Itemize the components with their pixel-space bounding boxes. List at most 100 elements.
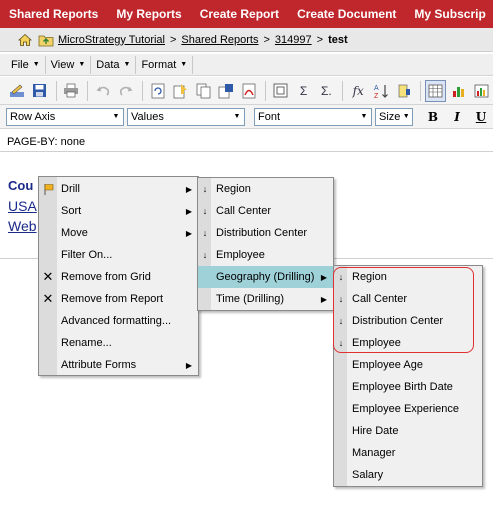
geo-item-employee-age[interactable]: Employee Age	[334, 354, 482, 376]
nav-create-document[interactable]: Create Document	[288, 7, 405, 21]
menu-item-advanced-formatting[interactable]: Advanced formatting...	[39, 310, 198, 332]
menu-item-rename[interactable]: Rename...	[39, 332, 198, 354]
breadcrumb-separator: >	[169, 33, 177, 46]
menu-file-label: File	[11, 58, 29, 71]
menu-format[interactable]: Format ▼	[136, 55, 194, 74]
menu-item-label: Filter On...	[61, 249, 113, 261]
sort-icon[interactable]: AZ	[370, 80, 392, 102]
chevron-down-icon: ▼	[78, 61, 86, 68]
copy-document-icon[interactable]	[193, 80, 215, 102]
toolbar-divider	[87, 80, 89, 101]
chevron-down-icon: ▼	[233, 113, 241, 120]
menu-format-label: Format	[141, 58, 177, 71]
menu-item-label: Advanced formatting...	[61, 315, 172, 327]
nav-create-report[interactable]: Create Report	[191, 7, 288, 21]
design-mode-icon[interactable]	[6, 80, 28, 102]
print-icon[interactable]	[61, 80, 83, 102]
graph-view-icon[interactable]	[447, 80, 469, 102]
refresh-icon[interactable]	[147, 80, 169, 102]
values-select-value: Values	[131, 110, 164, 123]
breadcrumb: MicroStrategy Tutorial > Shared Reports …	[0, 28, 493, 52]
menu-item-sort[interactable]: Sort ▶	[39, 200, 198, 222]
menu-item-label: Rename...	[61, 337, 112, 349]
geo-item-salary[interactable]: Salary	[334, 464, 482, 486]
geo-item-hire-date[interactable]: Hire Date	[334, 420, 482, 442]
format-toolbar: Row Axis ▼ Values ▼ Font ▼ Size ▼ B I U	[0, 105, 493, 129]
undo-icon[interactable]	[92, 80, 114, 102]
menu-item-remove-from-report[interactable]: ✕ Remove from Report	[39, 288, 198, 310]
menu-item-remove-from-grid[interactable]: ✕ Remove from Grid	[39, 266, 198, 288]
save-icon[interactable]	[29, 80, 51, 102]
menu-item-drill[interactable]: Drill ▶	[39, 178, 198, 200]
font-select[interactable]: Font ▼	[254, 107, 372, 126]
menu-item-label: Salary	[352, 469, 384, 481]
pdf-icon[interactable]	[238, 80, 260, 102]
remove-icon: ✕	[42, 269, 54, 284]
geo-item-employee-birth-date[interactable]: Employee Birth Date	[334, 376, 482, 398]
page-by-label: PAGE-BY: none	[7, 136, 86, 148]
axis-select-value: Row Axis	[10, 110, 56, 123]
menu-data-label: Data	[96, 58, 120, 71]
italic-button[interactable]: I	[446, 108, 468, 126]
values-select[interactable]: Values ▼	[127, 107, 245, 126]
submenu-arrow-icon: ▶	[185, 184, 192, 194]
underline-button[interactable]: U	[470, 108, 492, 126]
icon-toolbar: Σ Σ. fx AZ	[0, 77, 493, 105]
drill-item-region[interactable]: ↓ Region	[198, 178, 333, 200]
export-icon[interactable]	[170, 80, 192, 102]
axis-select[interactable]: Row Axis ▼	[6, 107, 124, 126]
nav-my-subscriptions[interactable]: My Subscrip	[405, 7, 493, 21]
drill-item-employee[interactable]: ↓ Employee	[198, 244, 333, 266]
font-size-select[interactable]: Size ▼	[375, 107, 413, 126]
page-view-icon[interactable]	[270, 80, 292, 102]
home-icon[interactable]	[17, 33, 33, 47]
grid-graph-view-icon[interactable]	[470, 80, 492, 102]
menu-item-filter-on[interactable]: Filter On...	[39, 244, 198, 266]
toolbar-divider	[342, 80, 344, 101]
drill-item-distribution-center[interactable]: ↓ Distribution Center	[198, 222, 333, 244]
chevron-down-icon: ▼	[123, 61, 131, 68]
menu-item-label: Attribute Forms	[61, 359, 137, 371]
svg-text:A: A	[374, 85, 379, 92]
geo-item-manager[interactable]: Manager	[334, 442, 482, 464]
grid-cell-web[interactable]: Web	[8, 218, 37, 234]
menu-item-attribute-forms[interactable]: Attribute Forms ▶	[39, 354, 198, 376]
menu-item-move[interactable]: Move ▶	[39, 222, 198, 244]
grid-header-country[interactable]: Cou	[8, 178, 33, 193]
menu-file[interactable]: File ▼	[6, 55, 46, 74]
breadcrumb-link-tutorial[interactable]: MicroStrategy Tutorial	[58, 34, 165, 46]
divider	[0, 151, 493, 152]
redo-icon[interactable]	[115, 80, 137, 102]
menu-item-label: Employee Birth Date	[352, 381, 453, 393]
drill-item-geography[interactable]: Geography (Drilling) ▶	[198, 266, 333, 288]
drill-item-time[interactable]: Time (Drilling) ▶	[198, 288, 333, 310]
svg-text:Z: Z	[374, 93, 379, 99]
menu-item-label: Move	[61, 227, 88, 239]
breadcrumb-link-shared-reports[interactable]: Shared Reports	[181, 34, 258, 46]
chevron-down-icon: ▼	[32, 61, 40, 68]
top-navigation: Shared Reports My Reports Create Report …	[0, 0, 493, 28]
nav-my-reports[interactable]: My Reports	[107, 7, 190, 21]
chevron-down-icon: ▼	[112, 113, 120, 120]
menu-data[interactable]: Data ▼	[91, 55, 137, 74]
bold-button[interactable]: B	[422, 108, 444, 126]
geo-item-employee-experience[interactable]: Employee Experience	[334, 398, 482, 420]
breadcrumb-link-folder[interactable]: 314997	[275, 34, 312, 46]
folder-up-icon[interactable]	[38, 33, 54, 47]
grid-cell-usa[interactable]: USA	[8, 198, 37, 214]
menu-view[interactable]: View ▼	[46, 55, 92, 74]
submenu-arrow-icon: ▶	[185, 206, 192, 216]
filter-icon[interactable]	[393, 80, 415, 102]
grid-view-icon[interactable]	[424, 79, 447, 102]
attribute-context-menu: Drill ▶ Sort ▶ Move ▶ Filter On... ✕ Rem…	[38, 176, 199, 376]
breadcrumb-current: test	[328, 33, 348, 46]
drill-item-call-center[interactable]: ↓ Call Center	[198, 200, 333, 222]
grid-export-icon[interactable]	[215, 80, 237, 102]
font-select-value: Font	[258, 110, 281, 123]
menu-item-label: Distribution Center	[216, 227, 308, 239]
sum-icon[interactable]: Σ	[293, 80, 315, 102]
subtotal-icon[interactable]: Σ.	[316, 80, 338, 102]
nav-shared-reports[interactable]: Shared Reports	[0, 7, 107, 21]
menu-item-label: Employee Age	[352, 359, 423, 371]
function-icon[interactable]: fx	[347, 80, 369, 102]
